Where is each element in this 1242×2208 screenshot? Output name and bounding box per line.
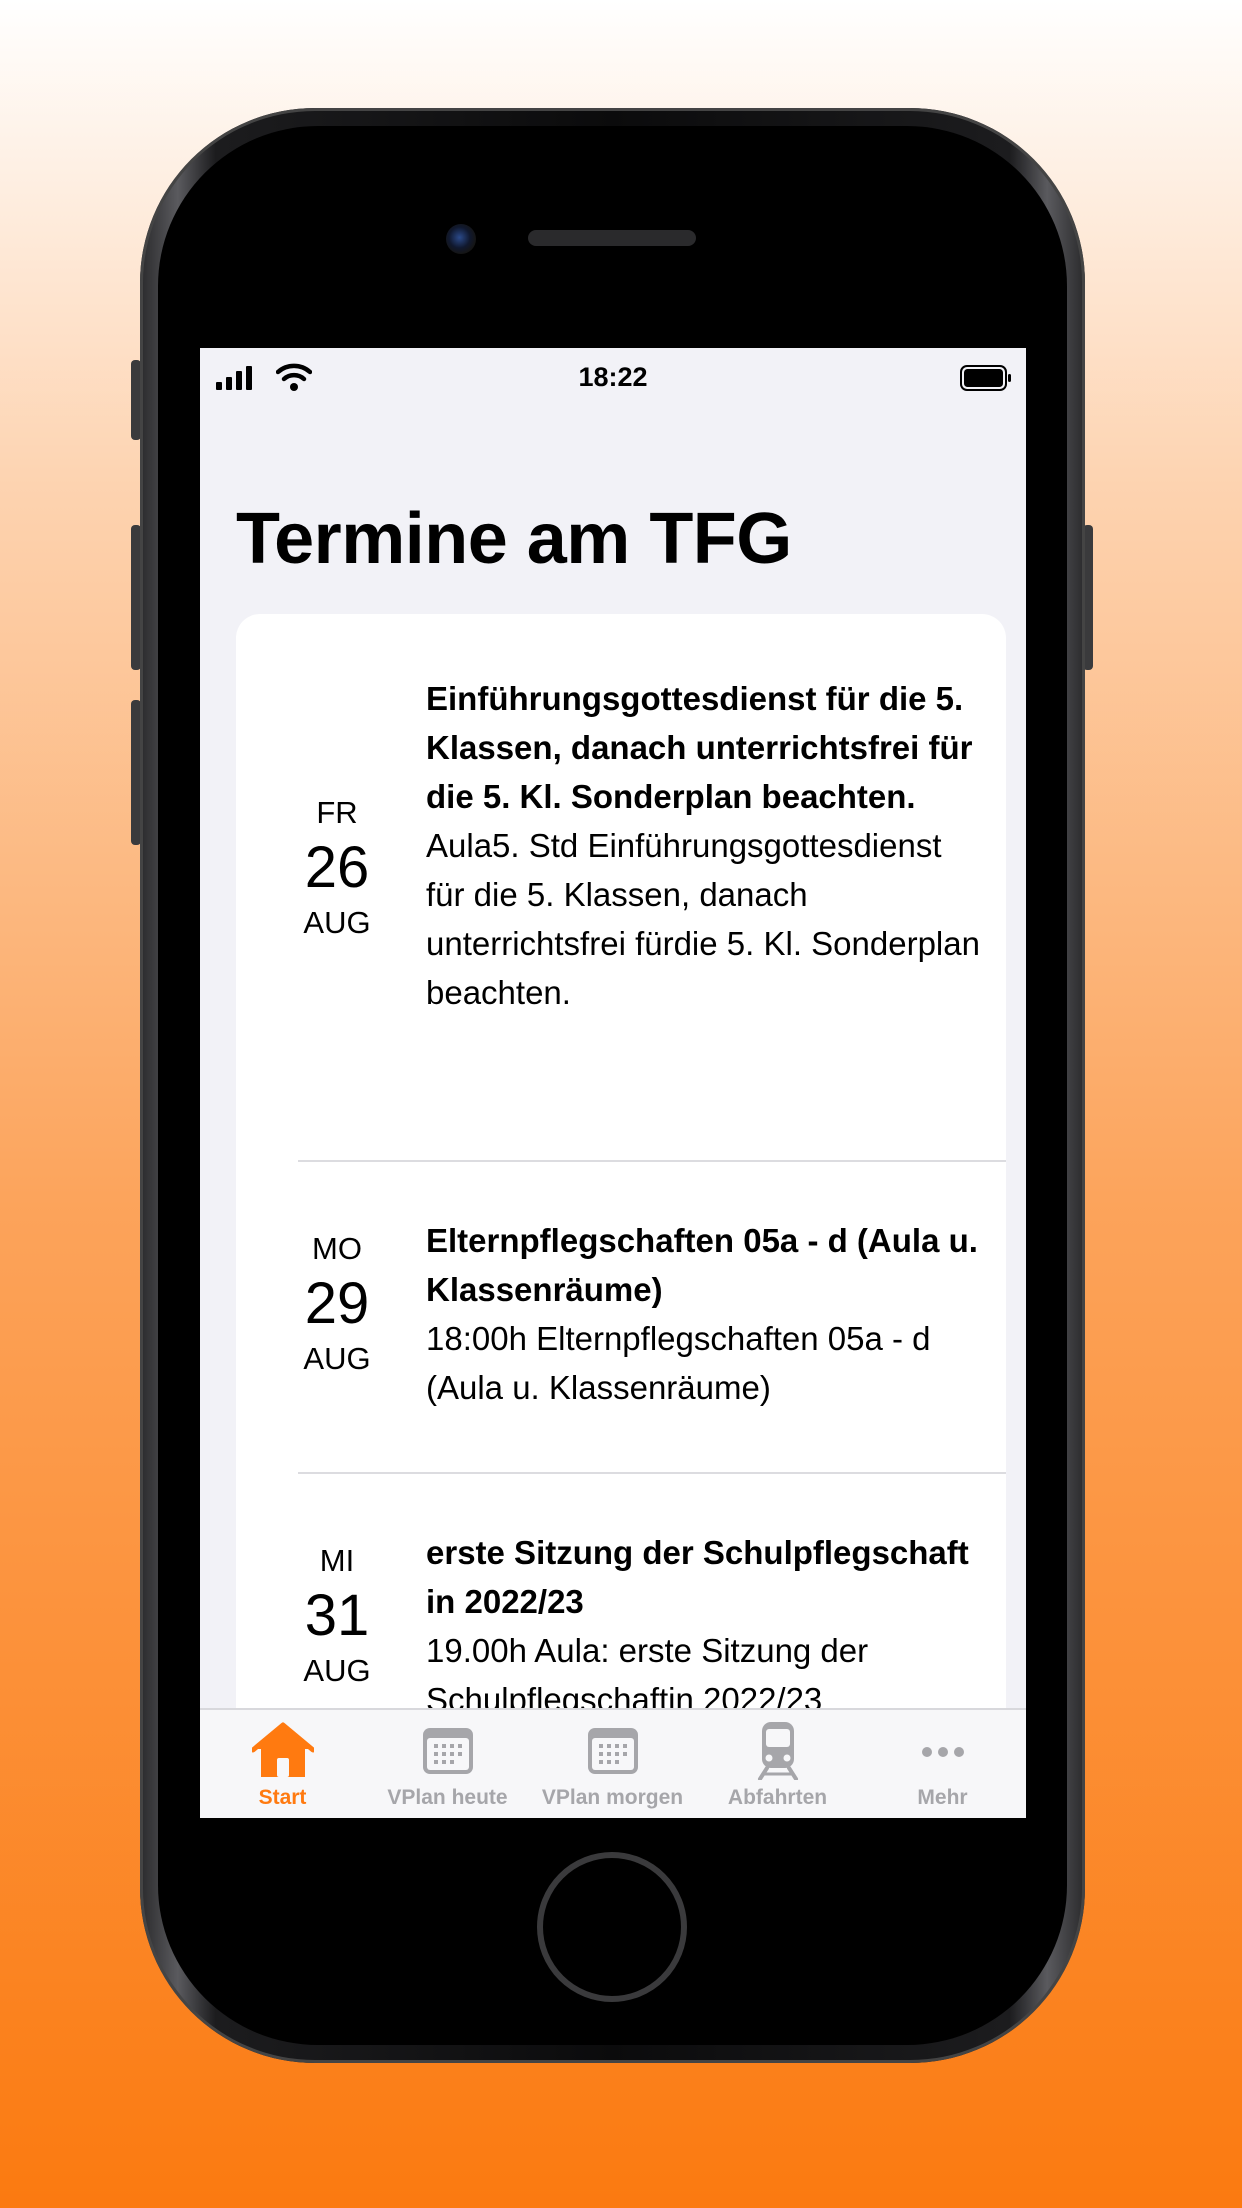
event-text: Einführungsgottesdienst für die 5. Klass… bbox=[426, 674, 986, 1017]
event-description: 18:00h Elternpflegschaften 05a - d (Aula… bbox=[426, 1320, 931, 1406]
front-camera bbox=[446, 224, 476, 254]
event-item[interactable]: FR 26 AUG Einführungsgottesdienst für di… bbox=[236, 614, 1006, 1160]
tab-label: VPlan heute bbox=[387, 1786, 508, 1809]
calendar-icon bbox=[587, 1728, 638, 1774]
calendar-icon bbox=[422, 1728, 473, 1774]
app-screen: 18:22 Termine am TFG FR 26 AUG Einführun… bbox=[200, 348, 1026, 1818]
event-title: erste Sitzung der Schulpflegschaft in 20… bbox=[426, 1534, 969, 1620]
tab-bar: Start VPlan heute VPlan morgen Abfahrten… bbox=[200, 1708, 1026, 1818]
status-time: 18:22 bbox=[578, 362, 648, 392]
event-weekday: MO bbox=[312, 1231, 362, 1266]
event-date: MI 31 AUG bbox=[236, 1542, 438, 1690]
tab-start[interactable]: Start bbox=[200, 1710, 365, 1818]
event-month: AUG bbox=[303, 1653, 371, 1688]
tab-label: Abfahrten bbox=[727, 1786, 828, 1809]
earpiece-speaker bbox=[528, 230, 696, 246]
page-title: Termine am TFG bbox=[236, 499, 792, 579]
event-month: AUG bbox=[303, 1341, 371, 1376]
event-day: 29 bbox=[304, 1271, 370, 1336]
event-text: erste Sitzung der Schulpflegschaft in 20… bbox=[426, 1528, 986, 1724]
event-day: 31 bbox=[304, 1583, 370, 1648]
tab-abfahrten[interactable]: Abfahrten bbox=[695, 1710, 860, 1818]
home-button[interactable] bbox=[537, 1852, 687, 2002]
status-bar: 18:22 bbox=[200, 348, 1026, 408]
event-description: Aula5. Std Einführungsgottesdienst für d… bbox=[426, 827, 980, 1011]
event-day: 26 bbox=[304, 835, 370, 900]
event-weekday: MI bbox=[319, 1543, 355, 1578]
tram-icon bbox=[757, 1722, 798, 1780]
tab-label: Mehr bbox=[917, 1786, 968, 1809]
event-title: Elternpflegschaften 05a - d (Aula u. Kla… bbox=[426, 1222, 978, 1308]
event-date: MO 29 AUG bbox=[236, 1230, 438, 1378]
more-icon bbox=[921, 1747, 964, 1757]
tab-label: Start bbox=[258, 1786, 307, 1809]
tab-label: VPlan morgen bbox=[541, 1786, 684, 1809]
tab-mehr[interactable]: Mehr bbox=[860, 1710, 1025, 1818]
event-month: AUG bbox=[303, 905, 371, 940]
event-weekday: FR bbox=[316, 795, 358, 830]
events-list: FR 26 AUG Einführungsgottesdienst für di… bbox=[236, 614, 1006, 1814]
event-date: FR 26 AUG bbox=[236, 794, 438, 942]
tab-vplan-heute[interactable]: VPlan heute bbox=[365, 1710, 530, 1818]
event-text: Elternpflegschaften 05a - d (Aula u. Kla… bbox=[426, 1216, 986, 1412]
event-item[interactable]: MO 29 AUG Elternpflegschaften 05a - d (A… bbox=[236, 1162, 1006, 1472]
house-icon bbox=[251, 1722, 314, 1777]
tab-vplan-morgen[interactable]: VPlan morgen bbox=[530, 1710, 695, 1818]
battery-icon bbox=[960, 365, 1011, 391]
event-title: Einführungsgottesdienst für die 5. Klass… bbox=[426, 680, 973, 815]
